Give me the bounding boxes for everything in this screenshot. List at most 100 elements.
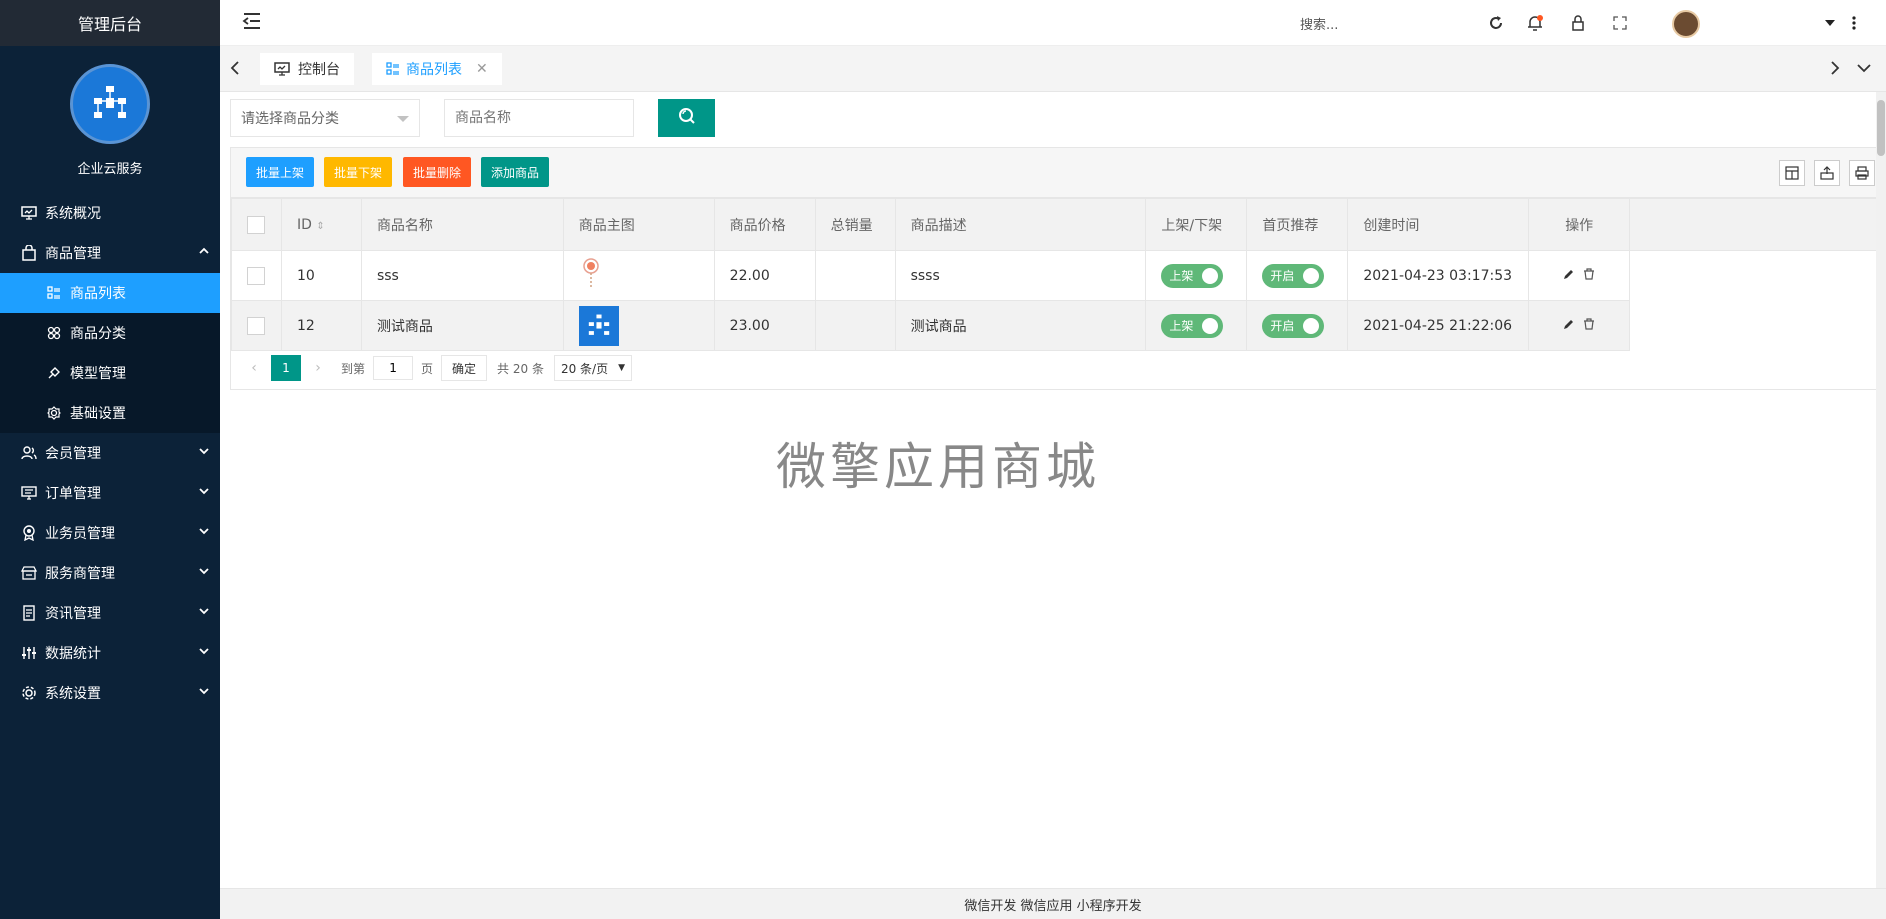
sort-icon[interactable]: ⇕ — [316, 221, 324, 232]
sidebar-subitem-model[interactable]: 模型管理 — [0, 353, 220, 393]
sidebar-item-system-settings[interactable]: 系统设置 — [0, 673, 220, 713]
page-label: 页 — [421, 361, 434, 376]
sidebar-subitem-label: 基础设置 — [70, 406, 126, 422]
monitor-icon — [20, 204, 38, 222]
trash-icon[interactable] — [1583, 267, 1595, 284]
switch-knob — [1303, 317, 1320, 334]
sidebar-item-orders[interactable]: 订单管理 — [0, 473, 220, 513]
avatar[interactable] — [1672, 10, 1700, 38]
sidebar-item-news[interactable]: 资讯管理 — [0, 593, 220, 633]
tab-product-list[interactable]: 商品列表 ✕ — [372, 53, 502, 85]
menu-toggle-icon[interactable] — [242, 12, 264, 34]
cell-id: 10 — [280, 250, 362, 301]
sidebar-item-label: 服务商管理 — [45, 566, 115, 582]
more-vertical-icon[interactable] — [1844, 13, 1864, 33]
row-check-cell — [231, 300, 282, 351]
col-id[interactable]: ID ⇕ — [280, 198, 362, 251]
page-prev-icon[interactable]: ‹ — [241, 360, 267, 376]
sidebar-item-label: 商品管理 — [45, 246, 101, 262]
cell-actions — [1528, 250, 1631, 301]
select-caret-icon — [397, 116, 409, 122]
tab-console[interactable]: 控制台 — [260, 53, 354, 85]
sidebar-item-overview[interactable]: 系统概况 — [0, 193, 220, 233]
sidebar-item-label: 会员管理 — [45, 446, 101, 462]
col-recommend: 首页推荐 — [1246, 198, 1349, 251]
sidebar-subitem-label: 模型管理 — [70, 366, 126, 382]
badge-icon — [20, 524, 38, 542]
col-actions: 操作 — [1528, 198, 1631, 251]
columns-filter-icon[interactable] — [1779, 160, 1805, 186]
recommend-switch[interactable]: 开启 — [1262, 263, 1325, 288]
sidebar-item-statistics[interactable]: 数据统计 — [0, 633, 220, 673]
chevron-down-icon — [198, 445, 210, 461]
search-button[interactable] — [658, 99, 715, 137]
sidebar-item-members[interactable]: 会员管理 — [0, 433, 220, 473]
search-icon — [678, 107, 696, 129]
goto-label: 到第 — [341, 361, 366, 376]
cell-sales — [814, 250, 896, 301]
batch-on-button[interactable]: 批量上架 — [246, 157, 315, 187]
tabs-next-icon[interactable] — [1830, 60, 1840, 80]
edit-icon[interactable] — [1563, 318, 1575, 334]
tabs-prev-icon[interactable] — [230, 60, 240, 80]
select-all-cell — [231, 198, 282, 251]
product-table-panel: 批量上架 批量下架 批量删除 添加商品 ID ⇕ 商品名称 商品主图 商品价格 … — [230, 147, 1884, 390]
page-size-value: 20 条/页 — [560, 361, 609, 376]
header-search[interactable]: 搜索... — [1300, 14, 1338, 33]
sidebar-menu: 系统概况 商品管理 — [0, 193, 220, 273]
cell-price: 23.00 — [713, 300, 816, 351]
row-checkbox[interactable] — [247, 266, 265, 285]
product-name-input[interactable] — [444, 99, 634, 137]
select-all-checkbox[interactable] — [247, 215, 265, 234]
shop-bag-icon — [20, 244, 38, 262]
recommend-switch[interactable]: 开启 — [1262, 313, 1325, 338]
edit-icon[interactable] — [1563, 268, 1575, 284]
scrollbar[interactable] — [1876, 92, 1886, 888]
product-thumbnail[interactable] — [579, 257, 603, 291]
trash-icon[interactable] — [1583, 317, 1595, 334]
col-created: 创建时间 — [1347, 198, 1530, 251]
list-icon — [386, 62, 400, 76]
watermark: 微擎应用商城 — [776, 438, 1100, 496]
filler-cell — [1629, 300, 1883, 351]
batch-delete-button[interactable]: 批量删除 — [403, 157, 472, 187]
caret-down-icon[interactable] — [1820, 13, 1840, 33]
page-size-select[interactable]: 20 条/页 ▼ — [553, 355, 633, 381]
row-checkbox[interactable] — [247, 316, 265, 335]
print-icon[interactable] — [1849, 160, 1875, 186]
chevron-down-icon — [198, 485, 210, 501]
page-next-icon[interactable]: › — [305, 360, 331, 376]
sidebar-subitem-product-list[interactable]: 商品列表 — [0, 273, 220, 313]
batch-off-button[interactable]: 批量下架 — [324, 157, 393, 187]
sidebar-subitem-product-category[interactable]: 商品分类 — [0, 313, 220, 353]
footer: 微信开发 微信应用 小程序开发 — [220, 888, 1886, 919]
fullscreen-icon[interactable] — [1610, 13, 1630, 33]
lock-icon[interactable] — [1568, 13, 1588, 33]
sidebar-item-salesmen[interactable]: 业务员管理 — [0, 513, 220, 553]
page-current[interactable]: 1 — [271, 355, 301, 381]
bell-icon[interactable] — [1525, 13, 1545, 33]
sidebar-subitem-basic-settings[interactable]: 基础设置 — [0, 393, 220, 433]
export-icon[interactable] — [1814, 160, 1840, 186]
page-number-input[interactable] — [373, 356, 414, 380]
sidebar-item-providers[interactable]: 服务商管理 — [0, 553, 220, 593]
refresh-icon[interactable] — [1486, 13, 1506, 33]
sidebar-item-products[interactable]: 商品管理 — [0, 233, 220, 273]
sidebar-item-label: 数据统计 — [45, 646, 101, 662]
cell-status: 上架 — [1145, 300, 1248, 351]
scrollbar-thumb[interactable] — [1877, 100, 1885, 156]
product-thumbnail[interactable] — [578, 305, 619, 346]
close-icon[interactable]: ✕ — [476, 61, 488, 77]
page-confirm-button[interactable]: 确定 — [441, 355, 488, 381]
category-select[interactable]: 请选择商品分类 — [230, 99, 420, 137]
col-filler — [1629, 198, 1883, 251]
sidebar-item-label: 系统设置 — [45, 686, 101, 702]
add-product-button[interactable]: 添加商品 — [481, 157, 550, 187]
chevron-down-icon — [198, 685, 210, 701]
status-switch[interactable]: 上架 — [1161, 313, 1224, 338]
model-icon — [45, 364, 63, 382]
status-switch[interactable]: 上架 — [1161, 263, 1224, 288]
sidebar-item-label: 订单管理 — [45, 486, 101, 502]
tabs-menu-chevron-down-icon[interactable] — [1856, 62, 1872, 77]
col-image: 商品主图 — [562, 198, 715, 251]
